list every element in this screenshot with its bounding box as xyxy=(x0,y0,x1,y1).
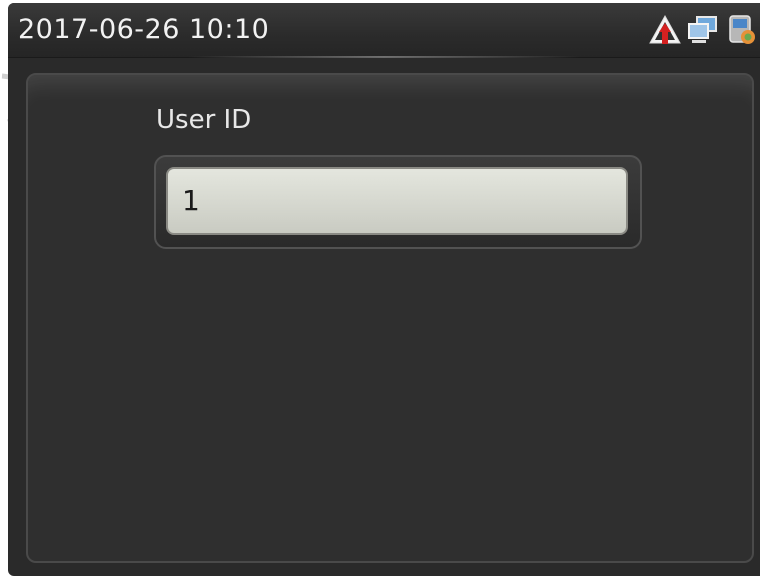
user-id-input[interactable]: 1 xyxy=(166,167,628,235)
user-id-input-frame: 1 xyxy=(154,155,642,249)
content-panel: User ID 1 xyxy=(26,73,754,563)
network-icon xyxy=(688,16,717,43)
status-icons xyxy=(648,13,758,47)
user-id-label: User ID xyxy=(156,105,252,135)
status-bar: 2017-06-26 10:10 xyxy=(8,3,760,58)
alert-icon xyxy=(649,14,681,44)
device-screen: 2017-06-26 10:10 User ID 1 xyxy=(8,3,760,576)
datetime-display: 2017-06-26 10:10 xyxy=(18,14,270,45)
device-icon xyxy=(729,15,755,44)
